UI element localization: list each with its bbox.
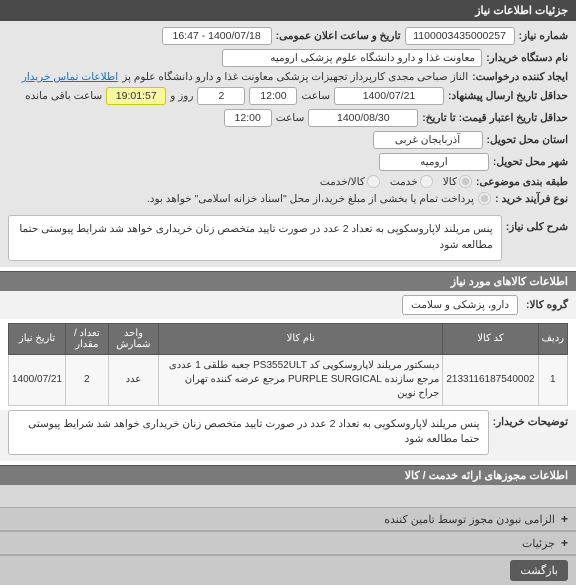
radio-service[interactable]: خدمت	[390, 175, 433, 188]
day-label: روز و	[170, 90, 193, 102]
summary-text: پنس مریلند لاپاروسکوپی به تعداد 2 عدد در…	[8, 215, 502, 261]
plus-icon: +	[561, 536, 568, 550]
time-label-2: ساعت	[276, 112, 305, 124]
city-field: ارومیه	[379, 153, 489, 171]
cell-date: 1400/07/21	[9, 354, 66, 405]
time-label-1: ساعت	[301, 90, 330, 102]
goods-group-label: گروه کالا:	[526, 299, 568, 311]
valid-date-field: 1400/08/30	[308, 109, 418, 127]
goods-table-row: 1 2133116187540002 دیسکتور مریلند لاپارو…	[9, 354, 568, 405]
need-no-field: 1100003435000257	[405, 27, 515, 45]
col-qty: تعداد / مقدار	[66, 323, 109, 354]
back-button[interactable]: بازگشت	[510, 560, 568, 581]
pub-date-label: تاریخ و ساعت اعلان عمومی:	[276, 30, 401, 42]
process-type-text: پرداخت تمام یا بخشی از مبلغ خرید،از محل …	[147, 193, 474, 205]
goods-table: ردیف کد کالا نام کالا واحد شمارش تعداد /…	[8, 323, 568, 406]
radio-goods-service[interactable]: کالا/خدمت	[320, 175, 380, 188]
col-row: ردیف	[538, 323, 567, 354]
cell-row: 1	[538, 354, 567, 405]
radio-goods-service-label: کالا/خدمت	[320, 176, 365, 188]
page-title: جزئیات اطلاعات نیاز	[0, 0, 576, 21]
process-type-radio[interactable]	[478, 192, 491, 205]
radio-service-label: خدمت	[390, 176, 418, 188]
min-send-label: حداقل تاریخ ارسال پیشنهاد:	[448, 90, 568, 102]
col-code: کد کالا	[443, 323, 538, 354]
valid-time-field: 12:00	[224, 109, 272, 127]
category-radio-group: کالا خدمت کالا/خدمت	[320, 175, 472, 188]
accordion-no-license-required[interactable]: + الزامی نبودن مجوز توسط تامین کننده	[0, 507, 576, 531]
licenses-body	[0, 485, 576, 507]
min-send-time-field: 12:00	[249, 87, 297, 105]
col-date: تاریخ نیاز	[9, 323, 66, 354]
min-send-date-field: 1400/07/21	[334, 87, 444, 105]
province-field: آذربایجان غربی	[373, 131, 483, 149]
creator-value: الناز صباحی مجدی کارپرداز تجهیزات پزشکی …	[122, 71, 468, 83]
buyer-label: نام دستگاه خریدار:	[486, 52, 568, 64]
cell-unit: عدد	[108, 354, 159, 405]
radio-goods-label: کالا	[443, 176, 457, 188]
plus-icon: +	[561, 512, 568, 526]
buyer-field: معاونت غذا و دارو دانشگاه علوم پزشکی ارو…	[222, 49, 482, 67]
goods-section-header: اطلاعات کالاهای مورد نیاز	[0, 271, 576, 291]
cell-qty: 2	[66, 354, 109, 405]
col-unit: واحد شمارش	[108, 323, 159, 354]
col-name: نام کالا	[159, 323, 443, 354]
valid-until-label: حداقل تاریخ اعتبار قیمت: تا تاریخ:	[422, 112, 568, 124]
buyer-contact-link[interactable]: اطلاعات تماس خریدار	[22, 71, 118, 83]
button-row: بازگشت	[0, 555, 576, 585]
process-type-label: نوع فرآیند خرید :	[495, 193, 568, 205]
accordion-label-2: جزئیات	[522, 537, 555, 550]
goods-group-value: دارو، پزشکی و سلامت	[402, 295, 518, 315]
countdown-timer: 19:01:57	[106, 87, 166, 105]
info-panel: شماره نیاز: 1100003435000257 تاریخ و ساع…	[0, 21, 576, 215]
city-label: شهر محل تحویل:	[493, 156, 568, 168]
creator-label: ایجاد کننده درخواست:	[472, 71, 568, 83]
accordion-details[interactable]: + جزئیات	[0, 531, 576, 555]
days-remaining-field: 2	[197, 87, 245, 105]
countdown-label: ساعت باقی مانده	[25, 90, 102, 102]
cell-code: 2133116187540002	[443, 354, 538, 405]
licenses-section-header: اطلاعات مجوزهای ارائه خدمت / کالا	[0, 465, 576, 485]
buyer-notes-text: پنس مریلند لاپاروسکوپی به تعداد 2 عدد در…	[8, 410, 489, 456]
need-no-label: شماره نیاز:	[519, 30, 568, 42]
buyer-notes-label: توضیحات خریدار:	[493, 410, 568, 428]
cell-name: دیسکتور مریلند لاپاروسکوپی کد PS3552ULT …	[159, 354, 443, 405]
goods-table-header-row: ردیف کد کالا نام کالا واحد شمارش تعداد /…	[9, 323, 568, 354]
category-label: طبقه بندی موضوعی:	[476, 176, 568, 188]
radio-goods[interactable]: کالا	[443, 175, 472, 188]
summary-label: شرح کلی نیاز:	[506, 215, 568, 233]
accordion-label-1: الزامی نبودن مجوز توسط تامین کننده	[384, 513, 555, 526]
province-label: استان محل تحویل:	[487, 134, 568, 146]
pub-date-field: 1400/07/18 - 16:47	[162, 27, 272, 45]
goods-group-row: گروه کالا: دارو، پزشکی و سلامت	[0, 291, 576, 319]
